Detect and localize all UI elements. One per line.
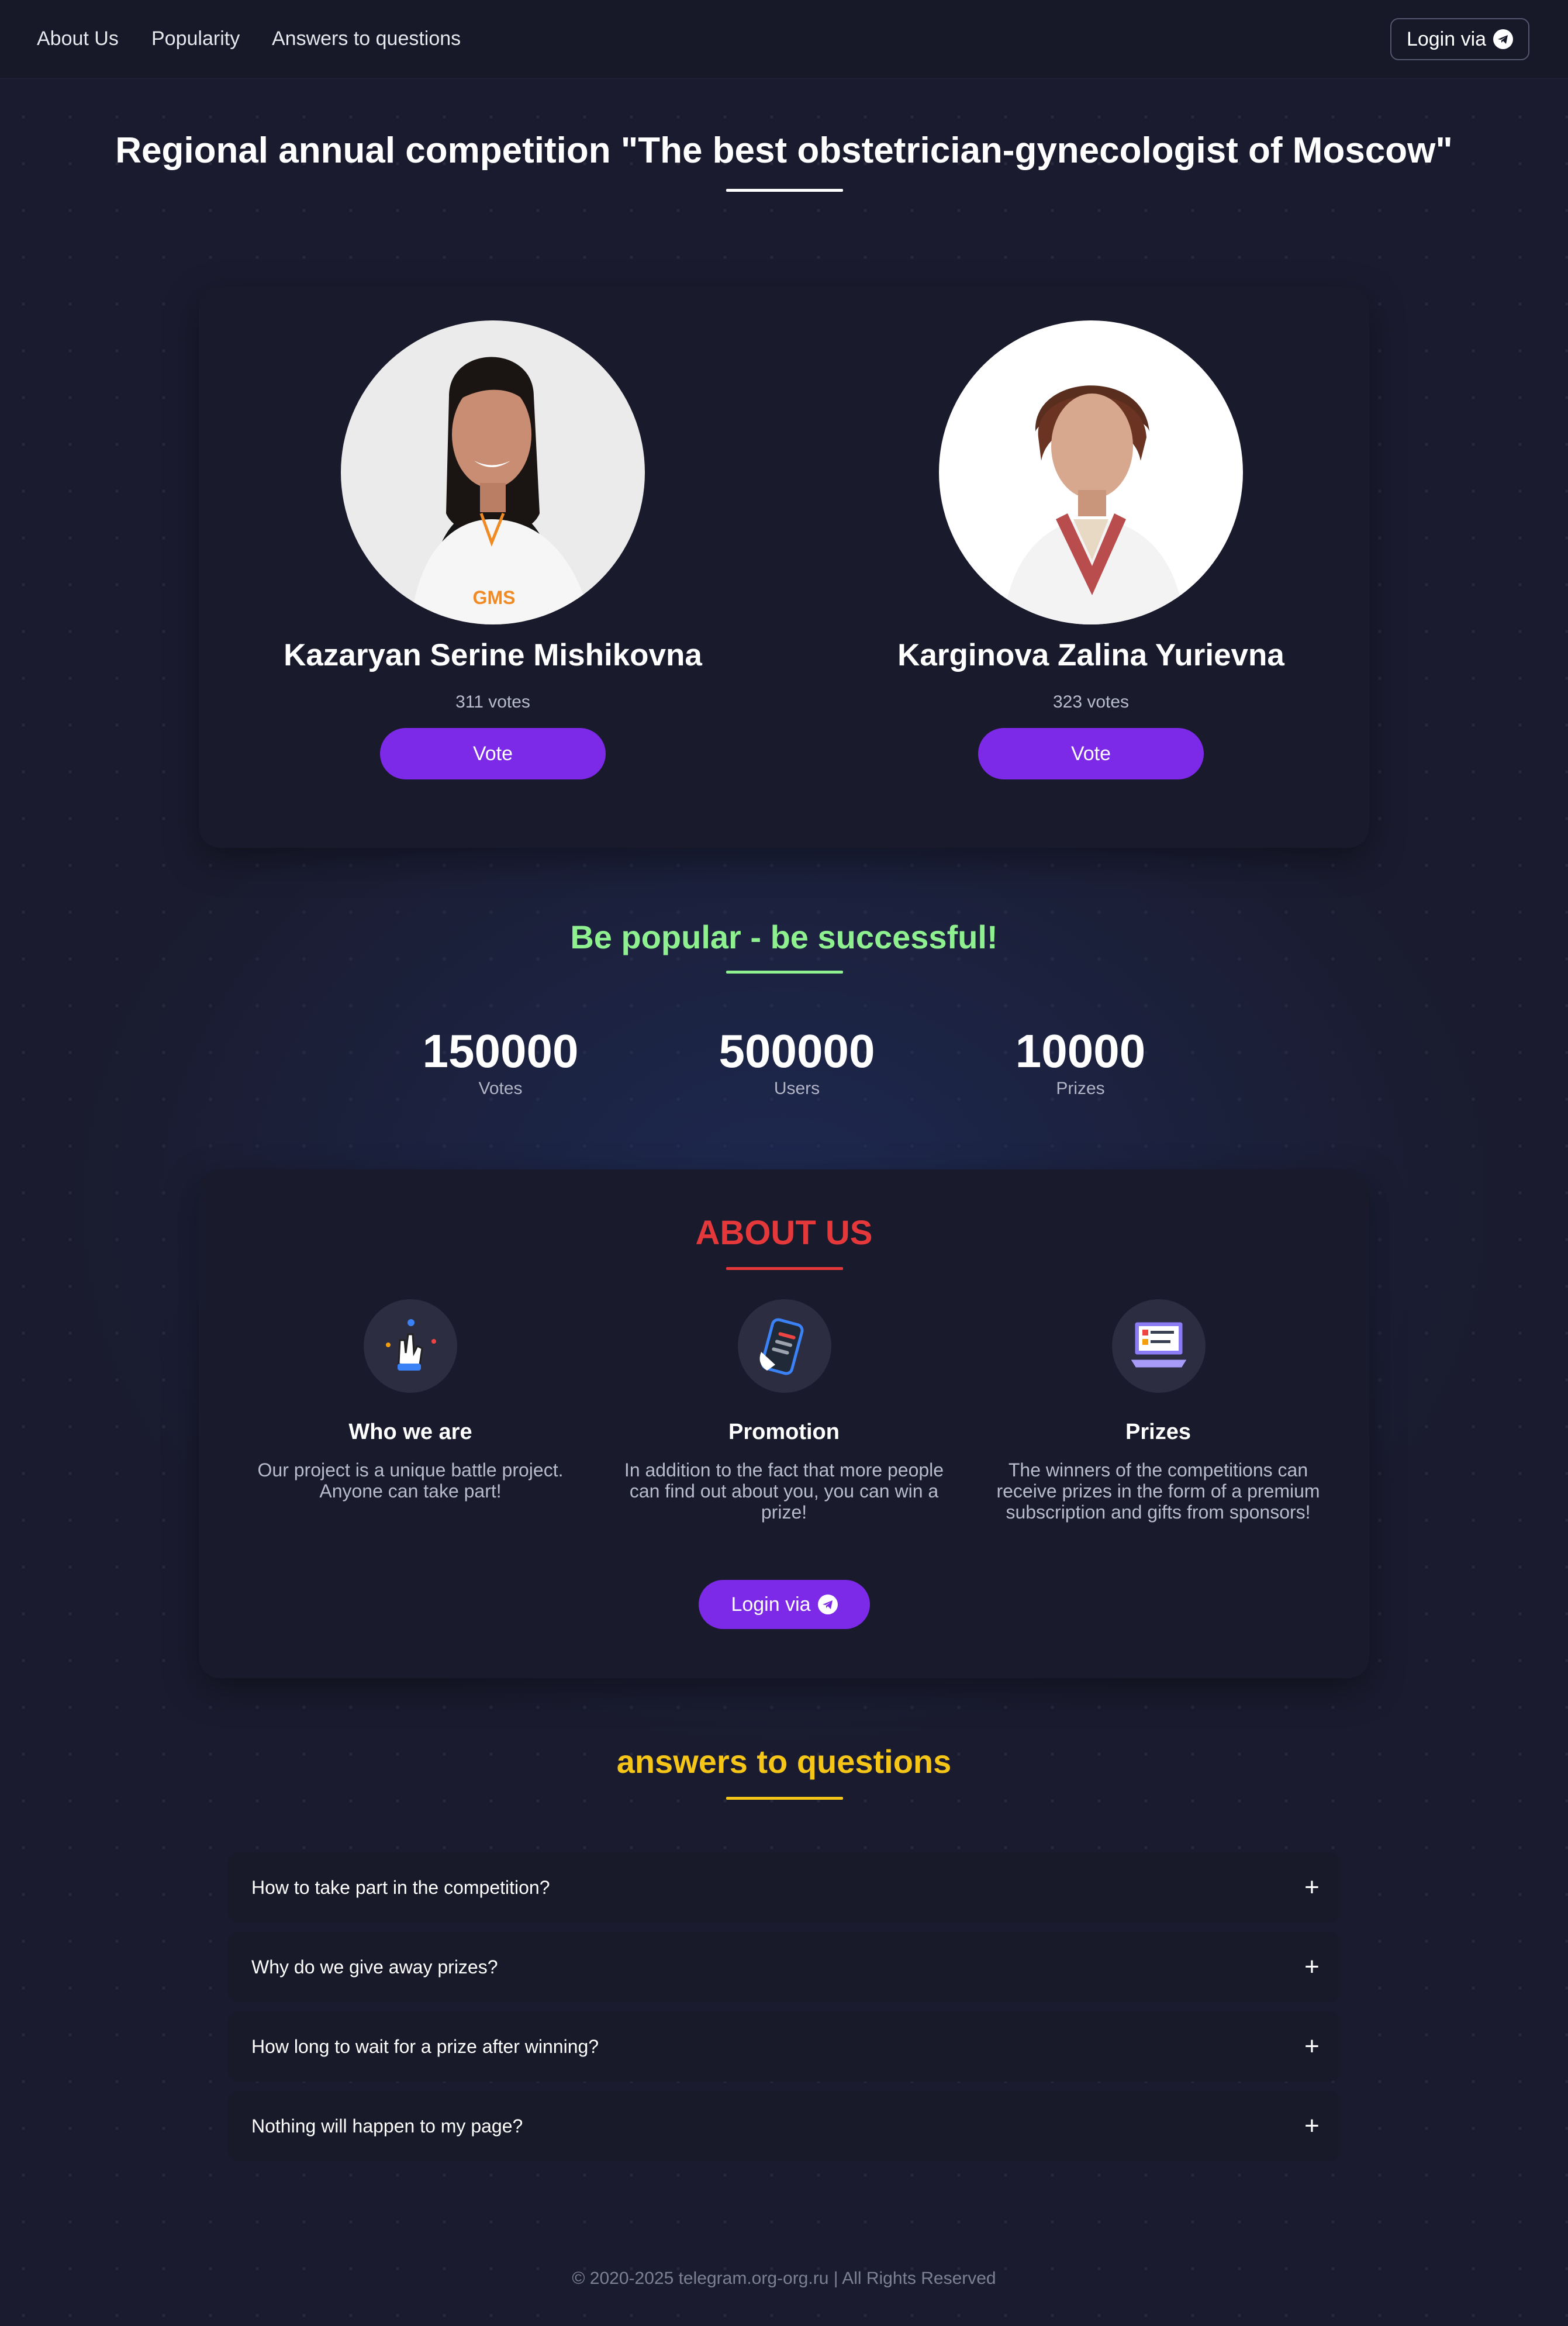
plus-icon[interactable]: + <box>1300 2011 1324 2082</box>
faq-item[interactable]: Why do we give away prizes? + <box>228 1932 1340 2002</box>
faq-question: Why do we give away prizes? <box>251 1956 498 1978</box>
popularity-underline <box>726 971 843 974</box>
login-label: Login via <box>1406 27 1487 50</box>
feature-title-prizes: Prizes <box>1125 1420 1191 1444</box>
clinic-logo: GMS <box>473 587 516 608</box>
nav-link-answers[interactable]: Answers to questions <box>272 26 461 51</box>
candidate-name-2: Karginova Zalina Yurievna <box>897 638 1284 672</box>
about-title: ABOUT US <box>695 1214 873 1252</box>
stat-users-label: Users <box>773 1079 820 1098</box>
login-telegram-button[interactable]: Login via <box>1390 18 1529 60</box>
rock-hand-icon <box>364 1299 457 1393</box>
stat-prizes-label: Prizes <box>1056 1079 1105 1098</box>
laptop-icon <box>1112 1299 1206 1393</box>
plus-icon[interactable]: + <box>1300 1852 1324 1923</box>
stat-votes-label: Votes <box>478 1079 523 1098</box>
plus-icon[interactable]: + <box>1300 2091 1324 2161</box>
feature-text-prizes: The winners of the competitions can rece… <box>996 1459 1320 1523</box>
faq-question: Nothing will happen to my page? <box>251 2116 523 2137</box>
page-title: Regional annual competition "The best ob… <box>115 130 1453 171</box>
candidates-card: GMS Kazaryan Serine Mishikovna 311 votes… <box>199 287 1369 848</box>
popularity-title: Be popular - be successful! <box>570 919 998 955</box>
faq-item[interactable]: How to take part in the competition? + <box>228 1852 1340 1923</box>
candidate-photo-1: GMS <box>341 320 645 624</box>
plus-icon[interactable]: + <box>1300 1932 1324 2002</box>
footer-copyright: © 2020-2025 telegram.org-org.ru | All Ri… <box>572 2269 996 2288</box>
feature-text-who: Our project is a unique battle project. … <box>257 1459 564 1502</box>
candidate-votes-1: 311 votes <box>455 692 530 712</box>
top-navbar: About Us Popularity Answers to questions… <box>0 0 1568 79</box>
about-login-label: Login via <box>731 1593 811 1616</box>
about-login-telegram-button[interactable]: Login via <box>699 1580 870 1629</box>
feature-title-who: Who we are <box>348 1420 472 1444</box>
vote-button-2[interactable]: Vote <box>978 728 1204 779</box>
telegram-icon <box>1493 29 1514 49</box>
candidate-votes-2: 323 votes <box>1052 692 1130 712</box>
stat-users-value: 500000 <box>719 1025 875 1077</box>
faq-question: How to take part in the competition? <box>251 1877 550 1898</box>
telegram-icon <box>817 1595 838 1614</box>
faq-question: How long to wait for a prize after winni… <box>251 2036 599 2057</box>
nav-link-popularity[interactable]: Popularity <box>151 26 240 51</box>
faq-item[interactable]: Nothing will happen to my page? + <box>228 2091 1340 2161</box>
title-underline <box>726 189 843 192</box>
candidate-photo-2 <box>939 320 1243 624</box>
faq-item[interactable]: How long to wait for a prize after winni… <box>228 2011 1340 2082</box>
stat-prizes-value: 10000 <box>1015 1025 1146 1077</box>
faq-title: answers to questions <box>616 1743 952 1780</box>
feature-text-promotion: In addition to the fact that more people… <box>624 1459 944 1523</box>
phone-hand-icon <box>738 1299 831 1393</box>
feature-title-promotion: Promotion <box>728 1420 840 1444</box>
vote-button-1[interactable]: Vote <box>380 728 606 779</box>
about-underline <box>726 1267 843 1270</box>
stat-votes-value: 150000 <box>422 1025 579 1077</box>
candidate-name-1: Kazaryan Serine Mishikovna <box>284 638 702 672</box>
nav-link-about-us[interactable]: About Us <box>37 26 119 51</box>
faq-underline <box>726 1797 843 1800</box>
